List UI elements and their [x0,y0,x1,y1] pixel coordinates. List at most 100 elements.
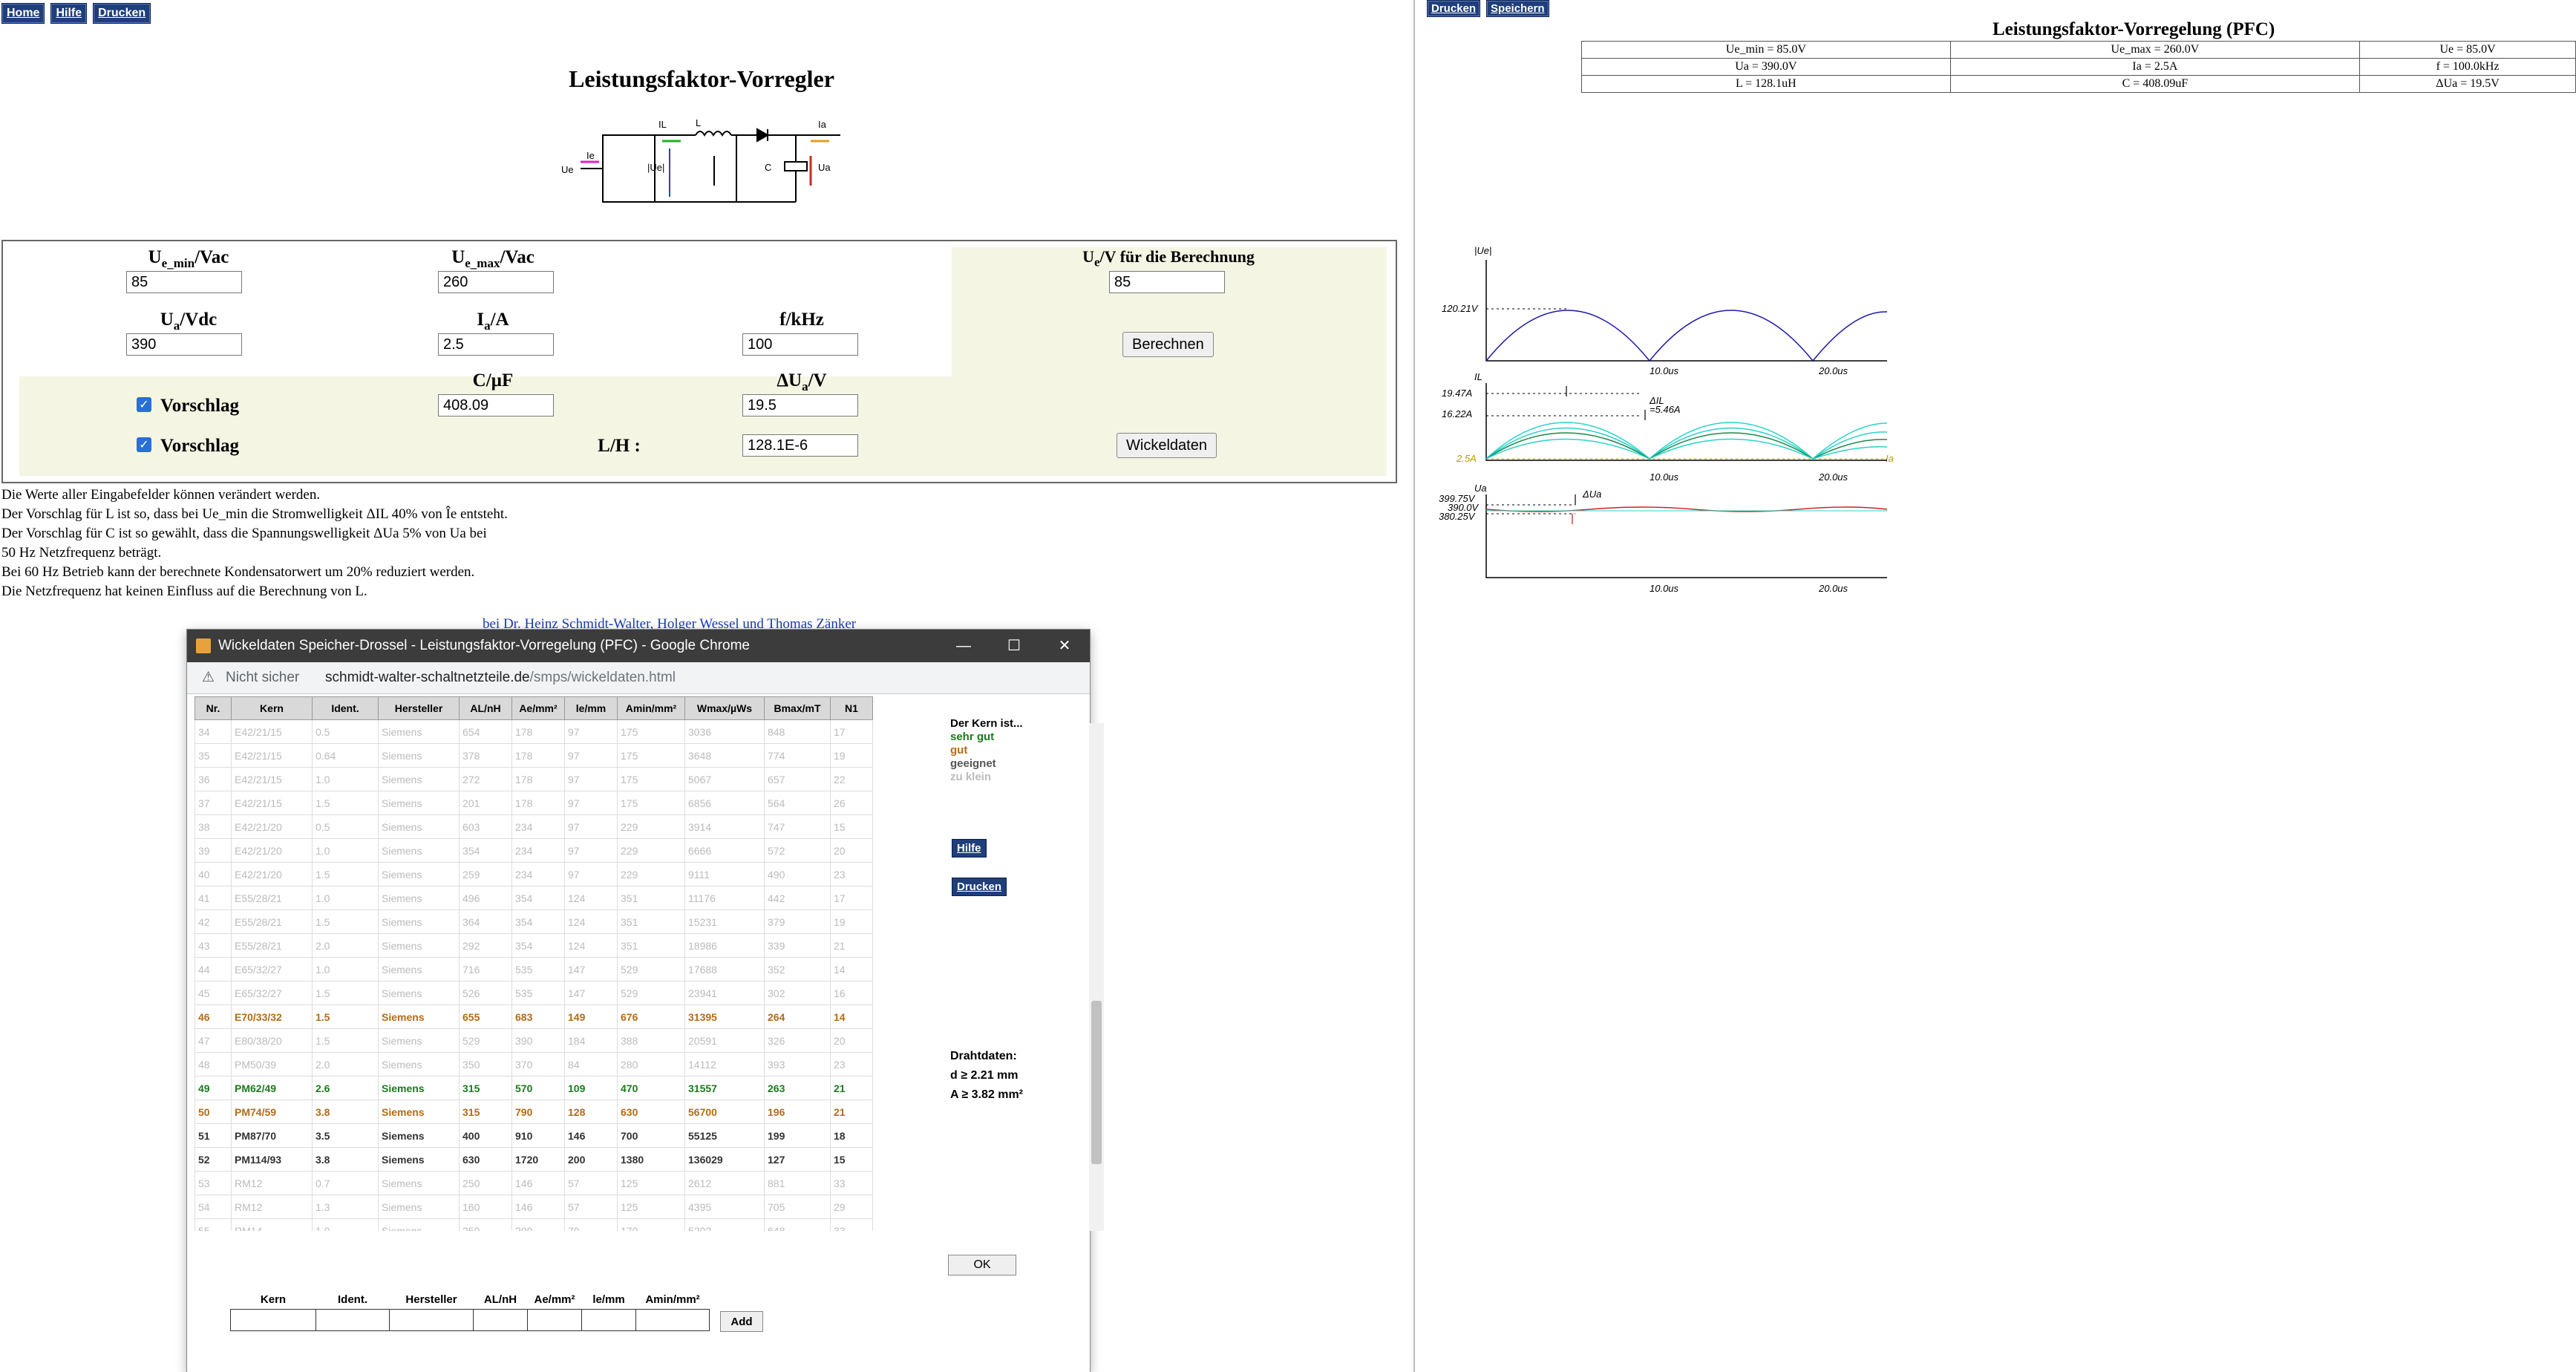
plot3-v3: 380.25V [1439,511,1476,522]
table-cell: 234 [511,862,565,886]
schematic-c: C [765,162,771,173]
table-cell: 364 [459,909,512,934]
table-row[interactable]: 35 E42/21/15 0.64 Siemens 378 178 97 175 3648 774… [194,743,873,768]
table-cell: 37 [194,791,232,815]
table-cell: 42 [194,909,232,934]
table-cell: Siemens [378,814,460,839]
address-bar[interactable]: ⚠ Nicht sicher schmidt-walter-schaltnetz… [187,662,1090,694]
table-cell: 57 [564,1171,618,1195]
lh-input[interactable] [742,434,858,457]
table-row[interactable]: 48 PM50/39 2.0 Siemens 350 370 84 280 14112 393 23 [194,1052,873,1077]
winding-data-window: Wickeldaten Speicher-Drossel - Leistungs… [187,630,1104,1372]
add-le-input[interactable] [581,1309,636,1331]
table-cell: 124 [564,909,618,934]
table-cell: 470 [617,1076,685,1100]
c-input[interactable] [438,394,554,416]
table-row[interactable]: 44 E65/32/27 1.0 Siemens 716 535 147 529 17688 35… [194,957,873,981]
ua-input[interactable] [126,333,242,356]
table-row[interactable]: 34 E42/21/15 0.5 Siemens 654 178 97 175 3036 848 1… [194,719,873,744]
add-manufacturer-input[interactable] [389,1309,474,1331]
ue-max-input[interactable] [438,271,554,293]
add-amin-input[interactable] [635,1309,710,1331]
table-row[interactable]: 51 PM87/70 3.5 Siemens 400 910 146 700 55125 199 1… [194,1123,873,1148]
ia-input[interactable] [438,333,554,356]
dua-input[interactable] [742,394,858,416]
popup-print-button[interactable]: Drucken [952,878,1007,896]
add-ae-input[interactable] [527,1309,582,1331]
table-row[interactable]: 55 RM14 1.0 Siemens 250 200 70 170 5202 648 33 [194,1218,873,1231]
table-row[interactable]: 38 E42/21/20 0.5 Siemens 603 234 97 229 3914 747 1… [194,814,873,839]
table-cell: 49 [194,1076,232,1100]
table-row[interactable]: 40 E42/21/20 1.5 Siemens 259 234 97 229 9111 490 2… [194,862,873,886]
print-button[interactable]: Drucken [93,3,151,24]
legend-good: gut [950,744,968,757]
url-text[interactable]: schmidt-walter-schaltnetzteile.de/smps/w… [325,662,676,693]
table-scrollbar[interactable] [1089,723,1104,1231]
add-kern-input[interactable] [230,1309,316,1331]
table-cell: Siemens [378,1147,460,1172]
minimize-icon[interactable]: — [938,630,989,662]
right-print-button[interactable]: Drucken [1427,0,1481,17]
table-cell: 315 [459,1100,512,1124]
table-row[interactable]: 47 E80/38/20 1.5 Siemens 529 390 184 388 20591 32… [194,1028,873,1053]
table-cell: Siemens [378,767,460,791]
table-row[interactable]: 46 E70/33/32 1.5 Siemens 655 683 149 676 31395 26… [194,1004,873,1029]
table-cell: 3.8 [312,1100,379,1124]
add-button[interactable]: Add [720,1311,763,1332]
table-cell: E42/21/15 [231,719,313,744]
table-row[interactable]: 50 PM74/59 3.8 Siemens 315 790 128 630 56700 196 2… [194,1100,873,1124]
ua-label: Ua/Vdc [160,310,218,333]
l-proposal-checkbox[interactable]: ✓ [137,437,151,452]
maximize-icon[interactable]: ☐ [989,630,1039,662]
table-row[interactable]: 49 PM62/49 2.6 Siemens 315 570 109 470 31557 263 2… [194,1076,873,1100]
table-cell: 149 [564,1004,618,1029]
table-row[interactable]: 52 PM114/93 3.8 Siemens 630 1720 200 1380 136029… [194,1147,873,1172]
home-button[interactable]: Home [1,3,45,24]
table-row[interactable]: 54 RM12 1.3 Siemens 160 146 57 125 4395 705 29 [194,1195,873,1219]
scrollbar-thumb[interactable] [1091,1001,1102,1164]
table-row[interactable]: 43 E55/28/21 2.0 Siemens 292 354 124 351 18986 33… [194,933,873,958]
f-input[interactable] [742,333,858,356]
table-row[interactable]: 42 E55/28/21 1.5 Siemens 364 354 124 351 15231 37… [194,909,873,934]
table-cell: 160 [459,1195,512,1219]
table-cell: 51 [194,1123,232,1148]
table-cell: 46 [194,1004,232,1029]
ue-calc-input[interactable] [1109,271,1225,293]
table-cell: PM74/59 [231,1100,313,1124]
table-cell: 43 [194,933,232,958]
table-cell: Siemens [378,933,460,958]
table-cell: 136029 [684,1147,765,1172]
c-proposal-checkbox[interactable]: ✓ [137,397,151,412]
ue-min-input[interactable] [126,271,242,293]
table-cell: 178 [511,791,565,815]
table-cell: 57 [564,1195,618,1219]
schematic-ie: Ie [586,150,595,161]
table-row[interactable]: 39 E42/21/20 1.0 Siemens 354 234 97 229 6666 572 2… [194,838,873,863]
table-cell: 146 [564,1123,618,1148]
window-titlebar[interactable]: Wickeldaten Speicher-Drossel - Leistungs… [187,630,1090,662]
right-save-button[interactable]: Speichern [1486,0,1549,17]
ok-button[interactable]: OK [948,1255,1016,1275]
table-cell: 716 [459,957,512,981]
table-cell: 352 [764,957,831,981]
table-cell: 400 [459,1123,512,1148]
window-title: Wickeldaten Speicher-Drossel - Leistungs… [218,638,750,653]
table-cell: 178 [511,719,565,744]
table-row[interactable]: 37 E42/21/15 1.5 Siemens 201 178 97 175 6856 564 2… [194,791,873,815]
help-button[interactable]: Hilfe [50,3,88,24]
add-al-input[interactable] [473,1309,528,1331]
table-cell: RM12 [231,1171,313,1195]
schematic-ia: Ia [818,119,827,130]
close-icon[interactable]: ✕ [1039,630,1090,662]
table-cell: 20 [830,838,873,863]
c-label: C/µF [472,370,514,391]
winding-data-button[interactable]: Wickeldaten [1117,433,1217,458]
table-row[interactable]: 41 E55/28/21 1.0 Siemens 496 354 124 351 11176 44… [194,886,873,910]
table-row[interactable]: 53 RM12 0.7 Siemens 250 146 57 125 2612 881 33 [194,1171,873,1195]
popup-help-button[interactable]: Hilfe [952,839,987,858]
calculate-button[interactable]: Berechnen [1122,332,1214,357]
col-header: AL/nH [459,696,512,720]
add-ident-input[interactable] [316,1309,390,1331]
table-row[interactable]: 45 E65/32/27 1.5 Siemens 526 535 147 529 23941 30… [194,981,873,1005]
table-row[interactable]: 36 E42/21/15 1.0 Siemens 272 178 97 175 5067 657 2… [194,767,873,791]
